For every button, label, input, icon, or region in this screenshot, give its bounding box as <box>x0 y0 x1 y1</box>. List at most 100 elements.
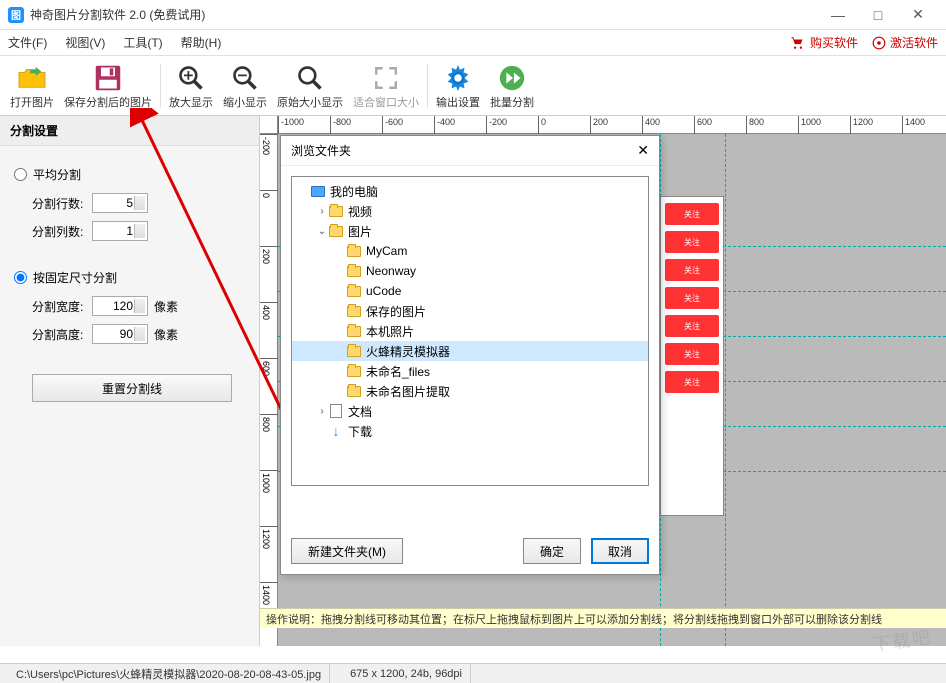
gear-icon <box>442 62 474 94</box>
tree-item-label: 本机照片 <box>366 323 414 340</box>
tree-item[interactable]: uCode <box>292 281 648 301</box>
open-button[interactable]: 打开图片 <box>6 58 58 114</box>
folder-open-icon <box>16 62 48 94</box>
tree-item[interactable]: › 文档 <box>292 401 648 421</box>
tree-item[interactable]: 本机照片 <box>292 321 648 341</box>
dialog-close-button[interactable]: ✕ <box>637 142 649 159</box>
mode-fixed-radio[interactable]: 按固定尺寸分割 <box>14 269 245 286</box>
zoom-original-button[interactable]: 原始大小显示 <box>273 58 347 114</box>
tree-item[interactable]: 未命名_files <box>292 361 648 381</box>
cols-input[interactable]: 1 <box>92 221 148 241</box>
expand-icon[interactable]: › <box>316 406 328 417</box>
app-icon: 图 <box>8 7 24 23</box>
tree-item[interactable]: MyCam <box>292 241 648 261</box>
mode-average-radio[interactable]: 平均分割 <box>14 166 245 183</box>
tree-item-label: 保存的图片 <box>366 303 426 320</box>
new-folder-button[interactable]: 新建文件夹(M) <box>291 538 403 564</box>
key-icon <box>872 36 886 50</box>
tree-item[interactable]: 火蜂精灵模拟器 <box>292 341 648 361</box>
folder-icon <box>328 223 344 239</box>
tree-item-label: 火蜂精灵模拟器 <box>366 343 450 360</box>
folder-icon <box>346 323 362 339</box>
width-input[interactable]: 120 <box>92 296 148 316</box>
tree-item[interactable]: ↓下载 <box>292 421 648 441</box>
rows-label: 分割行数: <box>32 195 92 212</box>
computer-icon <box>310 183 326 199</box>
status-info: 675 x 1200, 24b, 96dpi <box>342 664 471 683</box>
titlebar: 图 神奇图片分割软件 2.0 (免费试用) — □ ✕ <box>0 0 946 30</box>
tree-item[interactable]: 保存的图片 <box>292 301 648 321</box>
save-button[interactable]: 保存分割后的图片 <box>60 58 156 114</box>
cols-label: 分割列数: <box>32 223 92 240</box>
cart-icon <box>790 36 806 50</box>
tree-item[interactable]: ⌄图片 <box>292 221 648 241</box>
zoom-original-icon <box>294 62 326 94</box>
badge: 关注 <box>665 343 719 365</box>
expand-icon[interactable]: ⌄ <box>316 226 328 237</box>
tree-item-label: uCode <box>366 284 401 298</box>
batch-split-button[interactable]: 批量分割 <box>486 58 538 114</box>
reset-button[interactable]: 重置分割线 <box>32 374 232 402</box>
menu-help[interactable]: 帮助(H) <box>181 34 222 51</box>
folder-icon <box>346 283 362 299</box>
close-button[interactable]: ✕ <box>898 1 938 29</box>
toolbar: 打开图片 保存分割后的图片 放大显示 缩小显示 原始大小显示 适合窗口大小 <box>0 56 946 116</box>
cancel-button[interactable]: 取消 <box>591 538 649 564</box>
status-path: C:\Users\pc\Pictures\火蜂精灵模拟器\2020-08-20-… <box>8 664 330 683</box>
folder-icon <box>346 263 362 279</box>
tree-item-label: 文档 <box>348 403 372 420</box>
batch-icon <box>496 62 528 94</box>
menu-file[interactable]: 文件(F) <box>8 34 47 51</box>
menu-tools[interactable]: 工具(T) <box>123 34 162 51</box>
tree-item[interactable]: 我的电脑 <box>292 181 648 201</box>
tree-item-label: 下载 <box>348 423 372 440</box>
zoom-out-icon <box>229 62 261 94</box>
tree-item-label: Neonway <box>366 264 416 278</box>
folder-icon <box>346 303 362 319</box>
ruler-horizontal[interactable]: -1000-800-600-400-2000200400600800100012… <box>278 116 946 134</box>
badge: 关注 <box>665 203 719 225</box>
ruler-vertical[interactable]: -2000200400600800100012001400 <box>260 134 278 646</box>
menu-view[interactable]: 视图(V) <box>65 34 105 51</box>
panel-title: 分割设置 <box>0 116 259 146</box>
minimize-button[interactable]: — <box>818 1 858 29</box>
width-label: 分割宽度: <box>32 298 92 315</box>
document-icon <box>328 403 344 419</box>
tree-item[interactable]: Neonway <box>292 261 648 281</box>
badge: 关注 <box>665 231 719 253</box>
rows-input[interactable]: 5 <box>92 193 148 213</box>
tree-item[interactable]: 未命名图片提取 <box>292 381 648 401</box>
preview-image[interactable]: 关注关注关注关注关注关注关注 <box>660 196 724 516</box>
output-settings-button[interactable]: 输出设置 <box>432 58 484 114</box>
zoom-in-button[interactable]: 放大显示 <box>165 58 217 114</box>
badge: 关注 <box>665 371 719 393</box>
help-bar: 操作说明：拖拽分割线可移动其位置；在标尺上拖拽鼠标到图片上可以添加分割线；将分割… <box>260 608 946 628</box>
ruler-corner <box>260 116 278 134</box>
fit-window-icon <box>370 62 402 94</box>
folder-tree[interactable]: 我的电脑›视频⌄图片MyCamNeonwayuCode保存的图片本机照片火蜂精灵… <box>291 176 649 486</box>
folder-icon <box>328 203 344 219</box>
badge: 关注 <box>665 287 719 309</box>
tree-item[interactable]: › 视频 <box>292 201 648 221</box>
zoom-out-button[interactable]: 缩小显示 <box>219 58 271 114</box>
height-input[interactable]: 90 <box>92 324 148 344</box>
ok-button[interactable]: 确定 <box>523 538 581 564</box>
tree-item-label: 视频 <box>348 203 372 220</box>
tree-item-label: MyCam <box>366 244 407 258</box>
buy-link[interactable]: 购买软件 <box>790 34 858 51</box>
split-line-v[interactable] <box>725 134 726 646</box>
status-bar: C:\Users\pc\Pictures\火蜂精灵模拟器\2020-08-20-… <box>0 663 946 683</box>
badge: 关注 <box>665 315 719 337</box>
folder-icon <box>346 383 362 399</box>
folder-icon <box>346 363 362 379</box>
activate-link[interactable]: 激活软件 <box>872 34 938 51</box>
tree-item-label: 未命名_files <box>366 363 430 380</box>
expand-icon[interactable]: › <box>316 206 328 217</box>
height-label: 分割高度: <box>32 326 92 343</box>
fit-window-button[interactable]: 适合窗口大小 <box>349 58 423 114</box>
tree-item-label: 我的电脑 <box>330 183 378 200</box>
menubar: 文件(F) 视图(V) 工具(T) 帮助(H) 购买软件 激活软件 <box>0 30 946 56</box>
maximize-button[interactable]: □ <box>858 1 898 29</box>
badge: 关注 <box>665 259 719 281</box>
browse-folder-dialog: 浏览文件夹 ✕ 我的电脑›视频⌄图片MyCamNeonwayuCode保存的图片… <box>280 135 660 575</box>
